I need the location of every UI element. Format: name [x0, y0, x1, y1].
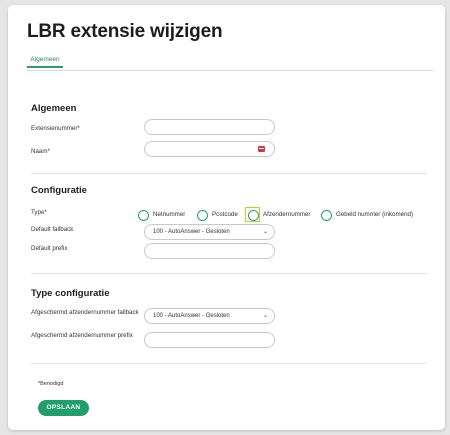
radio-label: Postcode	[212, 211, 238, 218]
section-title-configuratie: Configuratie	[31, 185, 87, 196]
required-note: *Benodigd	[38, 381, 64, 387]
radio-circle[interactable]	[197, 210, 208, 221]
extensienummer-label: Extensienummer*	[31, 125, 80, 132]
chevron-down-icon: ⌄	[262, 313, 268, 319]
default-fallback-label: Default fallback	[31, 226, 74, 233]
afgeschermd-prefix-label: Afgeschermd afzendernummer prefix	[31, 332, 133, 339]
radio-label: Afzendernummer	[263, 211, 311, 218]
afgeschermd-fallback-label: Afgeschermd afzendernummer fallback	[31, 309, 139, 316]
page-title: LBR extensie wijzigen	[27, 21, 223, 42]
default-fallback-select[interactable]: 100 - AutoAnswer - Gesloten ⌄	[144, 224, 275, 240]
save-button[interactable]: OPSLAAN	[38, 400, 89, 416]
type-label: Type*	[31, 209, 47, 216]
extensienummer-input[interactable]	[144, 119, 275, 135]
tab-algemeen[interactable]: Algemeen	[27, 56, 63, 68]
afgeschermd-fallback-value: 100 - AutoAnswer - Gesloten	[153, 313, 230, 319]
default-fallback-value: 100 - AutoAnswer - Gesloten	[153, 229, 230, 235]
section-title-type-configuratie: Type configuratie	[31, 288, 110, 299]
default-prefix-input[interactable]	[144, 243, 275, 259]
divider	[31, 173, 427, 174]
naam-label: Naam*	[31, 148, 50, 155]
radio-label: Gebeld nummer (inkomend)	[336, 211, 414, 218]
radio-circle[interactable]	[248, 210, 259, 221]
radio-label: Netnummer	[153, 211, 186, 218]
default-prefix-label: Default prefix	[31, 245, 68, 252]
edit-card: LBR extensie wijzigen Algemeen Algemeen …	[8, 5, 445, 430]
afgeschermd-prefix-input[interactable]	[144, 332, 275, 348]
radio-circle[interactable]	[138, 210, 149, 221]
section-title-algemeen: Algemeen	[31, 103, 77, 114]
divider	[31, 363, 427, 364]
tab-bar: Algemeen	[27, 56, 433, 71]
naam-input[interactable]	[144, 141, 275, 157]
radio-circle[interactable]	[321, 210, 332, 221]
divider	[31, 273, 427, 274]
emoji-picker-icon[interactable]	[258, 146, 265, 152]
chevron-down-icon: ⌄	[262, 229, 268, 235]
afgeschermd-fallback-select[interactable]: 100 - AutoAnswer - Gesloten ⌄	[144, 308, 275, 324]
